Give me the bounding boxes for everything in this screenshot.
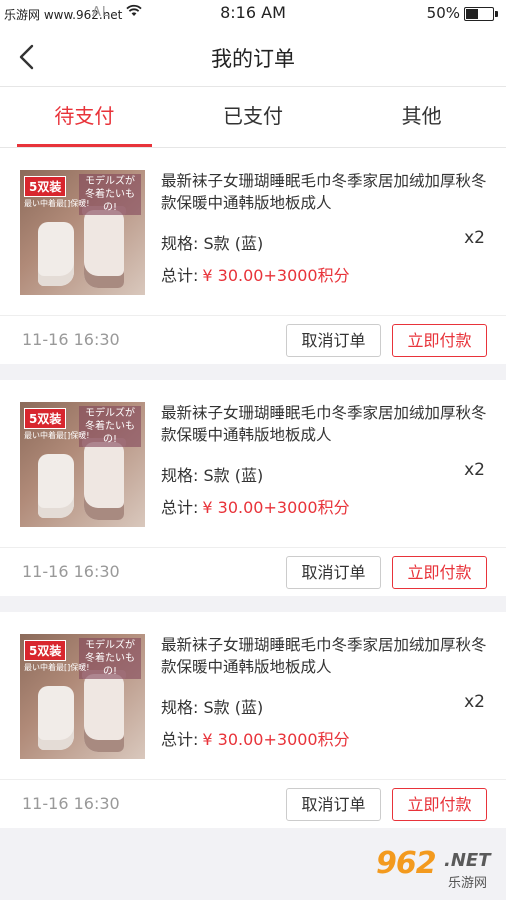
cancel-order-button[interactable]: 取消订单 <box>286 324 381 357</box>
page-title: 我的订单 <box>211 47 295 71</box>
battery-percent: 50% <box>426 4 460 22</box>
sock-left-shape <box>38 454 74 518</box>
logo-number: 962 <box>376 846 437 881</box>
tab-bar: 待支付 已支付 其他 <box>0 86 506 148</box>
total-label: 总计: <box>161 498 199 517</box>
product-quantity: x2 <box>464 692 485 712</box>
order-card: 5双装 モデルズが 冬着たいもの! 最い中着最[]保暖! 最新袜子女珊瑚睡眠毛巾… <box>0 380 506 596</box>
order-price: ¥ 30.00+3000积分 <box>202 266 350 285</box>
thumb-badge: 5双装 <box>24 408 67 429</box>
product-thumbnail[interactable]: 5双装 モデルズが 冬着たいもの! 最い中着最[]保暖! <box>20 170 145 295</box>
order-product[interactable]: 5双装 モデルズが 冬着たいもの! 最い中着最[]保暖! 最新袜子女珊瑚睡眠毛巾… <box>0 612 506 780</box>
status-bar: 乐游网 www.962.net AL 8:16 AM 50% <box>0 0 506 28</box>
thumb-badge: 5双装 <box>24 640 67 661</box>
product-thumbnail[interactable]: 5双装 モデルズが 冬着たいもの! 最い中着最[]保暖! <box>20 634 145 759</box>
thumb-subcaption: 最い中着最[]保暖! <box>24 663 90 672</box>
pay-now-button[interactable]: 立即付款 <box>392 788 487 821</box>
order-footer: 11-16 16:30 取消订单 立即付款 <box>0 316 506 364</box>
product-quantity: x2 <box>464 460 485 480</box>
order-total: 总计: ¥ 30.00+3000积分 <box>161 494 350 518</box>
site-logo: 962 .NET 乐游网 <box>370 842 500 896</box>
sock-right-shape <box>84 674 124 752</box>
thumb-badge: 5双装 <box>24 176 67 197</box>
product-spec: 规格: S款 (蓝) <box>161 698 264 717</box>
order-total: 总计: ¥ 30.00+3000积分 <box>161 262 350 286</box>
total-label: 总计: <box>161 730 199 749</box>
order-time: 11-16 16:30 <box>22 562 120 581</box>
tab-pending-payment[interactable]: 待支付 <box>0 87 169 147</box>
logo-name: 乐游网 <box>448 876 488 891</box>
product-spec: 规格: S款 (蓝) <box>161 234 264 253</box>
order-product[interactable]: 5双装 モデルズが 冬着たいもの! 最い中着最[]保暖! 最新袜子女珊瑚睡眠毛巾… <box>0 380 506 548</box>
product-quantity: x2 <box>464 228 485 248</box>
order-price: ¥ 30.00+3000积分 <box>202 730 350 749</box>
pay-now-button[interactable]: 立即付款 <box>392 324 487 357</box>
product-name[interactable]: 最新袜子女珊瑚睡眠毛巾冬季家居加绒加厚秋冬款保暖中通韩版地板成人 <box>161 634 491 678</box>
sock-right-shape <box>84 210 124 288</box>
tab-paid[interactable]: 已支付 <box>169 87 338 147</box>
product-thumbnail[interactable]: 5双装 モデルズが 冬着たいもの! 最い中着最[]保暖! <box>20 402 145 527</box>
product-name[interactable]: 最新袜子女珊瑚睡眠毛巾冬季家居加绒加厚秋冬款保暖中通韩版地板成人 <box>161 170 491 214</box>
total-label: 总计: <box>161 266 199 285</box>
sock-left-shape <box>38 686 74 750</box>
sock-right-shape <box>84 442 124 520</box>
tab-other[interactable]: 其他 <box>337 87 506 147</box>
logo-suffix: .NET <box>444 850 491 871</box>
order-product[interactable]: 5双装 モデルズが 冬着たいもの! 最い中着最[]保暖! 最新袜子女珊瑚睡眠毛巾… <box>0 148 506 316</box>
order-time: 11-16 16:30 <box>22 794 120 813</box>
product-spec: 规格: S款 (蓝) <box>161 466 264 485</box>
cancel-order-button[interactable]: 取消订单 <box>286 556 381 589</box>
thumb-subcaption: 最い中着最[]保暖! <box>24 431 90 440</box>
order-card: 5双装 モデルズが 冬着たいもの! 最い中着最[]保暖! 最新袜子女珊瑚睡眠毛巾… <box>0 612 506 828</box>
cancel-order-button[interactable]: 取消订单 <box>286 788 381 821</box>
sock-left-shape <box>38 222 74 286</box>
order-card: 5双装 モデルズが 冬着たいもの! 最い中着最[]保暖! 最新袜子女珊瑚睡眠毛巾… <box>0 148 506 364</box>
order-total: 总计: ¥ 30.00+3000积分 <box>161 726 350 750</box>
order-price: ¥ 30.00+3000积分 <box>202 498 350 517</box>
pay-now-button[interactable]: 立即付款 <box>392 556 487 589</box>
order-footer: 11-16 16:30 取消订单 立即付款 <box>0 548 506 596</box>
product-name[interactable]: 最新袜子女珊瑚睡眠毛巾冬季家居加绒加厚秋冬款保暖中通韩版地板成人 <box>161 402 491 446</box>
order-time: 11-16 16:30 <box>22 330 120 349</box>
nav-bar: 我的订单 <box>0 28 506 86</box>
order-footer: 11-16 16:30 取消订单 立即付款 <box>0 780 506 828</box>
thumb-subcaption: 最い中着最[]保暖! <box>24 199 90 208</box>
battery-icon <box>464 7 498 21</box>
